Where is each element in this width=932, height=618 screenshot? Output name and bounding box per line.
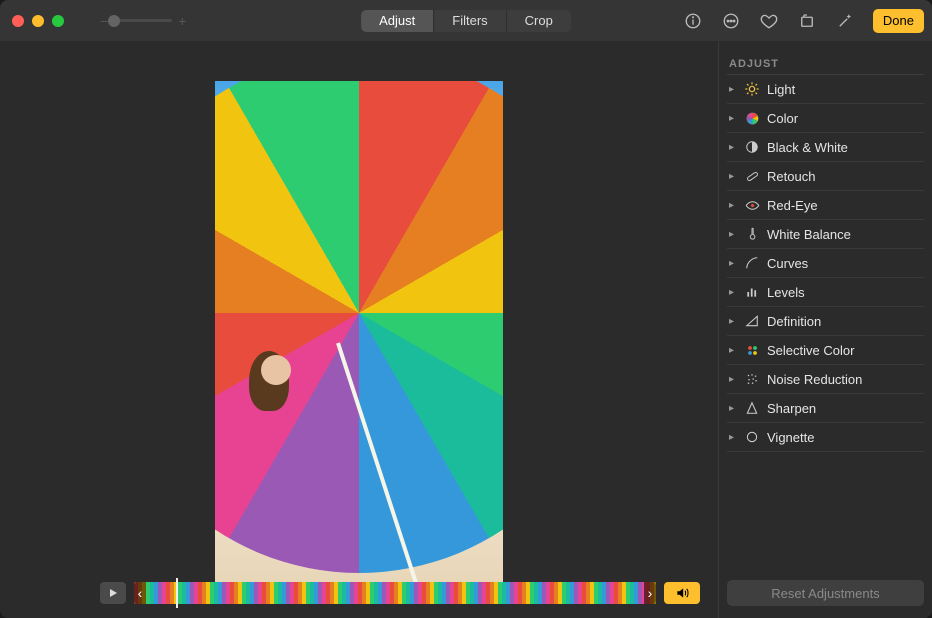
adjustment-row-white-balance[interactable]: ▸ White Balance [727, 220, 924, 249]
app-window: − + Adjust Filters Crop [0, 0, 932, 618]
zoom-track[interactable] [114, 19, 172, 22]
reset-adjustments-button[interactable]: Reset Adjustments [727, 580, 924, 606]
sharpen-icon [744, 400, 760, 416]
adjustment-row-selective-color[interactable]: ▸ Selective Color [727, 336, 924, 365]
preview-area: ‹ › [0, 42, 718, 618]
adjustment-label: Black & White [767, 140, 848, 155]
adjustment-label: Light [767, 82, 795, 97]
curves-icon [744, 255, 760, 271]
sidebar-title: ADJUST [727, 52, 924, 75]
adjustment-row-noise-reduction[interactable]: ▸ Noise Reduction [727, 365, 924, 394]
adjustment-label: Selective Color [767, 343, 854, 358]
noise-icon [744, 371, 760, 387]
thermometer-icon [744, 226, 760, 242]
adjustment-label: White Balance [767, 227, 851, 242]
adjustment-row-color[interactable]: ▸ Color [727, 104, 924, 133]
tab-filters[interactable]: Filters [433, 10, 505, 32]
more-icon[interactable] [721, 11, 741, 31]
half-circle-icon [744, 139, 760, 155]
levels-icon [744, 284, 760, 300]
zoom-window-button[interactable] [52, 15, 64, 27]
disclosure-icon: ▸ [729, 113, 737, 124]
toolbar-right: Done [683, 9, 924, 33]
disclosure-icon: ▸ [729, 84, 737, 95]
adjustments-sidebar: ADJUST ▸ Light ▸ Color ▸ Black & White ▸ Retouc… [718, 42, 932, 618]
disclosure-icon: ▸ [729, 316, 737, 327]
info-icon[interactable] [683, 11, 703, 31]
adjustment-label: Curves [767, 256, 808, 271]
adjustment-label: Vignette [767, 430, 814, 445]
titlebar: − + Adjust Filters Crop [0, 0, 932, 42]
adjustment-label: Levels [767, 285, 805, 300]
video-timeline: ‹ › [100, 580, 700, 606]
adjustment-row-vignette[interactable]: ▸ Vignette [727, 423, 924, 452]
rotate-icon[interactable] [797, 11, 817, 31]
disclosure-icon: ▸ [729, 142, 737, 153]
done-button[interactable]: Done [873, 9, 924, 33]
adjustment-row-levels[interactable]: ▸ Levels [727, 278, 924, 307]
adjustments-list: ▸ Light ▸ Color ▸ Black & White ▸ Retouch ▸ Red-E… [727, 75, 924, 452]
adjustment-label: Sharpen [767, 401, 816, 416]
adjustment-row-black-white[interactable]: ▸ Black & White [727, 133, 924, 162]
photo-preview[interactable] [215, 81, 503, 585]
adjustment-row-curves[interactable]: ▸ Curves [727, 249, 924, 278]
adjustment-row-red-eye[interactable]: ▸ Red-Eye [727, 191, 924, 220]
zoom-in-icon: + [178, 14, 186, 28]
vignette-icon [744, 429, 760, 445]
disclosure-icon: ▸ [729, 287, 737, 298]
color-wheel-icon [744, 110, 760, 126]
trim-start-handle[interactable]: ‹ [134, 582, 146, 604]
window-controls [12, 15, 64, 27]
eye-icon [744, 197, 760, 213]
photo-person [251, 355, 341, 525]
disclosure-icon: ▸ [729, 432, 737, 443]
disclosure-icon: ▸ [729, 374, 737, 385]
adjustment-label: Retouch [767, 169, 815, 184]
adjustment-row-retouch[interactable]: ▸ Retouch [727, 162, 924, 191]
adjustment-label: Color [767, 111, 798, 126]
zoom-slider[interactable]: − + [100, 14, 186, 28]
playhead[interactable] [176, 578, 178, 608]
disclosure-icon: ▸ [729, 345, 737, 356]
adjustment-row-definition[interactable]: ▸ Definition [727, 307, 924, 336]
close-window-button[interactable] [12, 15, 24, 27]
filmstrip[interactable]: ‹ › [134, 582, 656, 604]
favorite-icon[interactable] [759, 11, 779, 31]
minimize-window-button[interactable] [32, 15, 44, 27]
palette-icon [744, 342, 760, 358]
trim-end-handle[interactable]: › [644, 582, 656, 604]
zoom-thumb[interactable] [108, 15, 120, 27]
adjustment-label: Definition [767, 314, 821, 329]
adjustment-row-sharpen[interactable]: ▸ Sharpen [727, 394, 924, 423]
tab-crop[interactable]: Crop [506, 10, 571, 32]
adjustment-label: Noise Reduction [767, 372, 862, 387]
zoom-out-icon: − [100, 14, 108, 28]
disclosure-icon: ▸ [729, 200, 737, 211]
audio-toggle-button[interactable] [664, 582, 700, 604]
adjustment-label: Red-Eye [767, 198, 818, 213]
bandage-icon [744, 168, 760, 184]
tab-adjust[interactable]: Adjust [361, 10, 433, 32]
editor-body: ‹ › ADJUST ▸ Light ▸ Color ▸ Black & White ▸ Re… [0, 42, 932, 618]
edit-mode-segmented: Adjust Filters Crop [361, 10, 571, 32]
disclosure-icon: ▸ [729, 171, 737, 182]
disclosure-icon: ▸ [729, 258, 737, 269]
play-button[interactable] [100, 582, 126, 604]
adjustment-row-light[interactable]: ▸ Light [727, 75, 924, 104]
triangle-icon [744, 313, 760, 329]
autoenhance-icon[interactable] [835, 11, 855, 31]
sun-icon [744, 81, 760, 97]
disclosure-icon: ▸ [729, 403, 737, 414]
disclosure-icon: ▸ [729, 229, 737, 240]
